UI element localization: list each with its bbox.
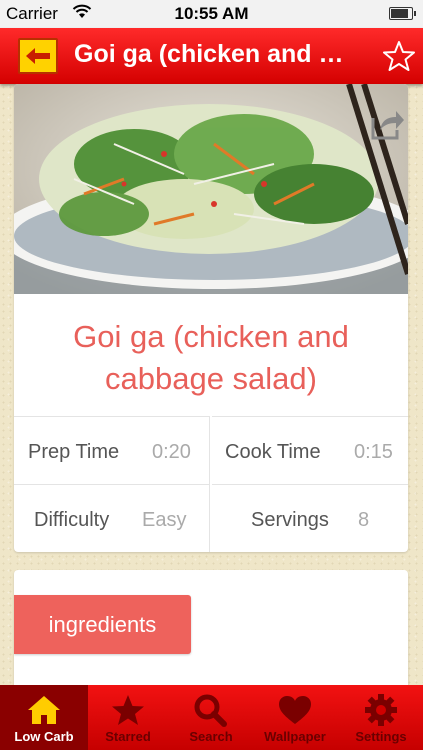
cook-time-cell: Cook Time 0:15 (212, 416, 408, 483)
tab-wallpaper[interactable]: Wallpaper (253, 685, 337, 750)
heart-icon (279, 696, 311, 724)
tab-starred[interactable]: Starred (86, 685, 170, 750)
star-icon (112, 695, 144, 725)
tab-search[interactable]: Search (169, 685, 253, 750)
tab-bar: Low Carb Starred Search Wallpaper Settin… (0, 685, 423, 750)
star-outline-icon (383, 41, 415, 71)
servings-value: 8 (358, 509, 370, 531)
tab-settings[interactable]: Settings (339, 685, 423, 750)
ingredients-section-button[interactable]: ingredients (14, 595, 191, 654)
search-icon (194, 694, 227, 727)
tab-label: Search (189, 729, 233, 744)
difficulty-label: Difficulty (34, 509, 110, 531)
cook-time-label: Cook Time (225, 441, 321, 463)
nav-title: Goi ga (chicken and cabbage salad) (74, 40, 354, 68)
back-arrow-icon (26, 48, 50, 64)
tab-low-carb[interactable]: Low Carb (0, 685, 88, 750)
tab-label: Low Carb (14, 729, 74, 744)
prep-time-cell: Prep Time 0:20 (14, 416, 210, 483)
tab-label: Wallpaper (264, 729, 326, 744)
status-time: 10:55 AM (174, 4, 249, 23)
tab-label: Settings (355, 729, 407, 744)
recipe-photo (14, 84, 408, 294)
difficulty-cell: Difficulty Easy (14, 484, 210, 551)
gear-icon (365, 694, 397, 726)
back-button[interactable] (18, 38, 58, 74)
grid-divider (209, 416, 210, 552)
cook-time-value: 0:15 (354, 441, 393, 463)
recipe-title: Goi ga (chicken and cabbage salad) (73, 319, 349, 396)
nav-bar: Goi ga (chicken and cabbage salad) (0, 28, 423, 84)
recipe-card: Goi ga (chicken and cabbage salad) Prep … (14, 84, 408, 552)
home-icon (28, 696, 60, 724)
tab-label: Starred (105, 729, 151, 744)
prep-time-label: Prep Time (28, 441, 120, 463)
prep-time-value: 0:20 (152, 441, 191, 463)
favorite-star-button[interactable] (383, 40, 415, 72)
servings-cell: Servings 8 (212, 484, 408, 551)
difficulty-value: Easy (142, 509, 187, 531)
status-bar: Carrier 10:55 AM (0, 0, 423, 28)
recipe-info-grid: Prep Time 0:20 Cook Time 0:15 Difficulty… (14, 416, 408, 552)
share-icon[interactable] (370, 108, 406, 140)
servings-label: Servings (251, 509, 329, 531)
ingredients-card: ingredients (14, 570, 408, 700)
battery-icon (389, 7, 416, 20)
